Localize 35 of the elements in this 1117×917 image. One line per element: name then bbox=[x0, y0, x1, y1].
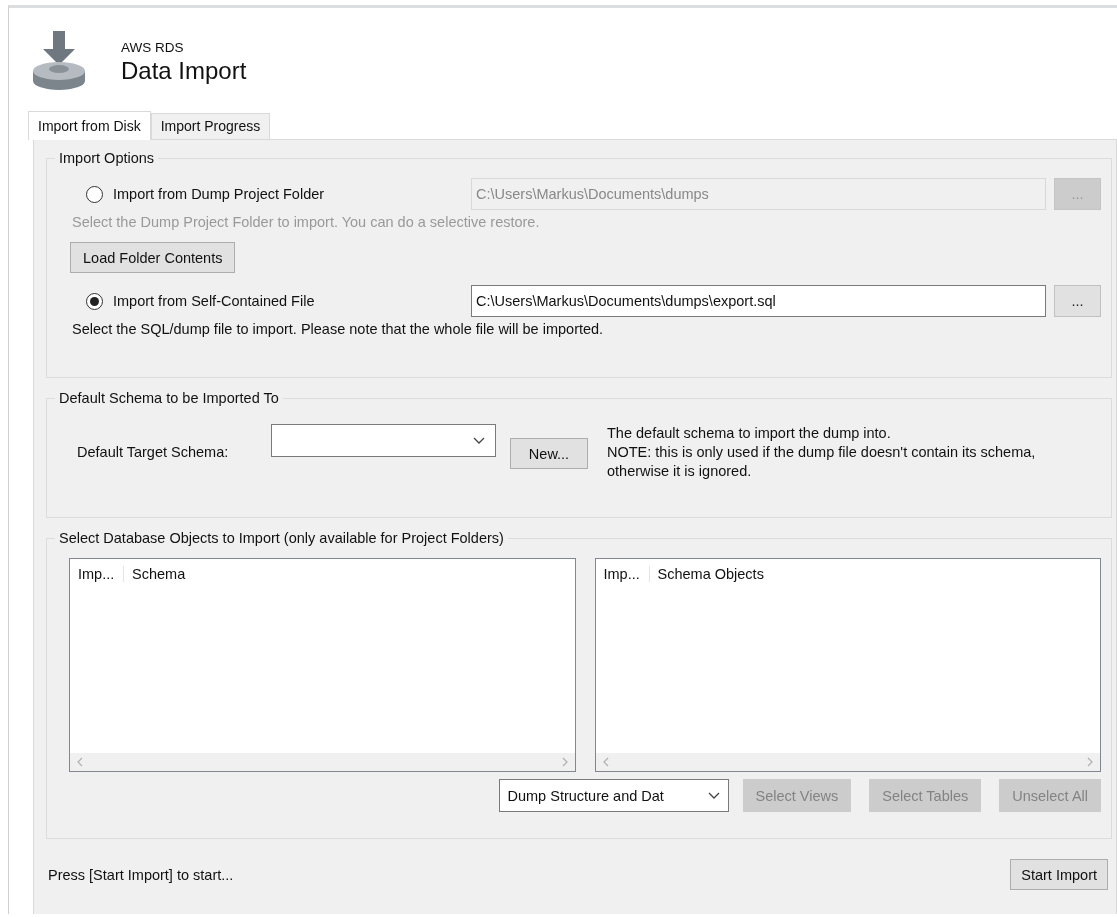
app-subtitle: AWS RDS bbox=[121, 39, 185, 55]
path-field[interactable]: C:\Users\Markus\Documents\dumps\export.sql bbox=[471, 285, 1046, 317]
column-header[interactable]: Schema Objects bbox=[649, 566, 772, 582]
radio-button[interactable] bbox=[86, 292, 103, 310]
object-list[interactable]: Imp... Schema Objects bbox=[594, 558, 1101, 772]
hint-text: Select the Dump Project Folder to import. You can do a selective restore. bbox=[71, 214, 541, 232]
new-schema-button[interactable]: New... bbox=[510, 438, 588, 469]
tab[interactable]: Import Progress bbox=[150, 113, 271, 139]
dump-type-dropdown[interactable]: Dump Structure and Dat bbox=[498, 779, 729, 812]
scroll-left-icon[interactable] bbox=[76, 757, 84, 767]
window-title: Data Import bbox=[121, 56, 247, 85]
start-import-button[interactable]: Start Import bbox=[1010, 859, 1108, 890]
group-title: Select Database Objects to Import (only available for Project Folders) bbox=[58, 530, 505, 546]
scroll-right-icon[interactable] bbox=[560, 757, 569, 767]
group-title: Default Schema to be Imported To bbox=[58, 390, 280, 406]
column-header[interactable]: Imp... bbox=[595, 566, 650, 582]
hint-text: Select the SQL/dump file to import. Please note that the whole file will be imported. bbox=[71, 321, 605, 339]
group-title: Import Options bbox=[58, 150, 156, 166]
schema-note: The default schema to import the dump into. NOTE: this is only used if the dump file doesn't contain its schema, otherwise it is ignored. bbox=[607, 424, 1036, 481]
column-header[interactable]: Imp... bbox=[70, 566, 124, 582]
column-header[interactable]: Schema bbox=[124, 566, 194, 582]
status-text: Press [Start Import] to start... bbox=[48, 866, 234, 883]
tab[interactable]: Import from Disk bbox=[28, 111, 151, 140]
scroll-left-icon[interactable] bbox=[601, 757, 610, 767]
disk-import-icon bbox=[31, 31, 87, 93]
field-label: Default Target Schema: bbox=[77, 444, 230, 460]
horizontal-scrollbar[interactable] bbox=[70, 753, 575, 771]
chevron-down-icon bbox=[707, 791, 720, 800]
radio-label[interactable]: Import from Self-Contained File bbox=[113, 293, 471, 309]
object-list[interactable]: Imp... Schema bbox=[69, 558, 576, 772]
browse-button[interactable]: ... bbox=[1054, 285, 1101, 317]
horizontal-scrollbar[interactable] bbox=[595, 753, 1100, 771]
chevron-down-icon bbox=[473, 437, 485, 445]
scroll-right-icon[interactable] bbox=[1086, 757, 1094, 767]
schema-dropdown[interactable] bbox=[271, 424, 496, 457]
